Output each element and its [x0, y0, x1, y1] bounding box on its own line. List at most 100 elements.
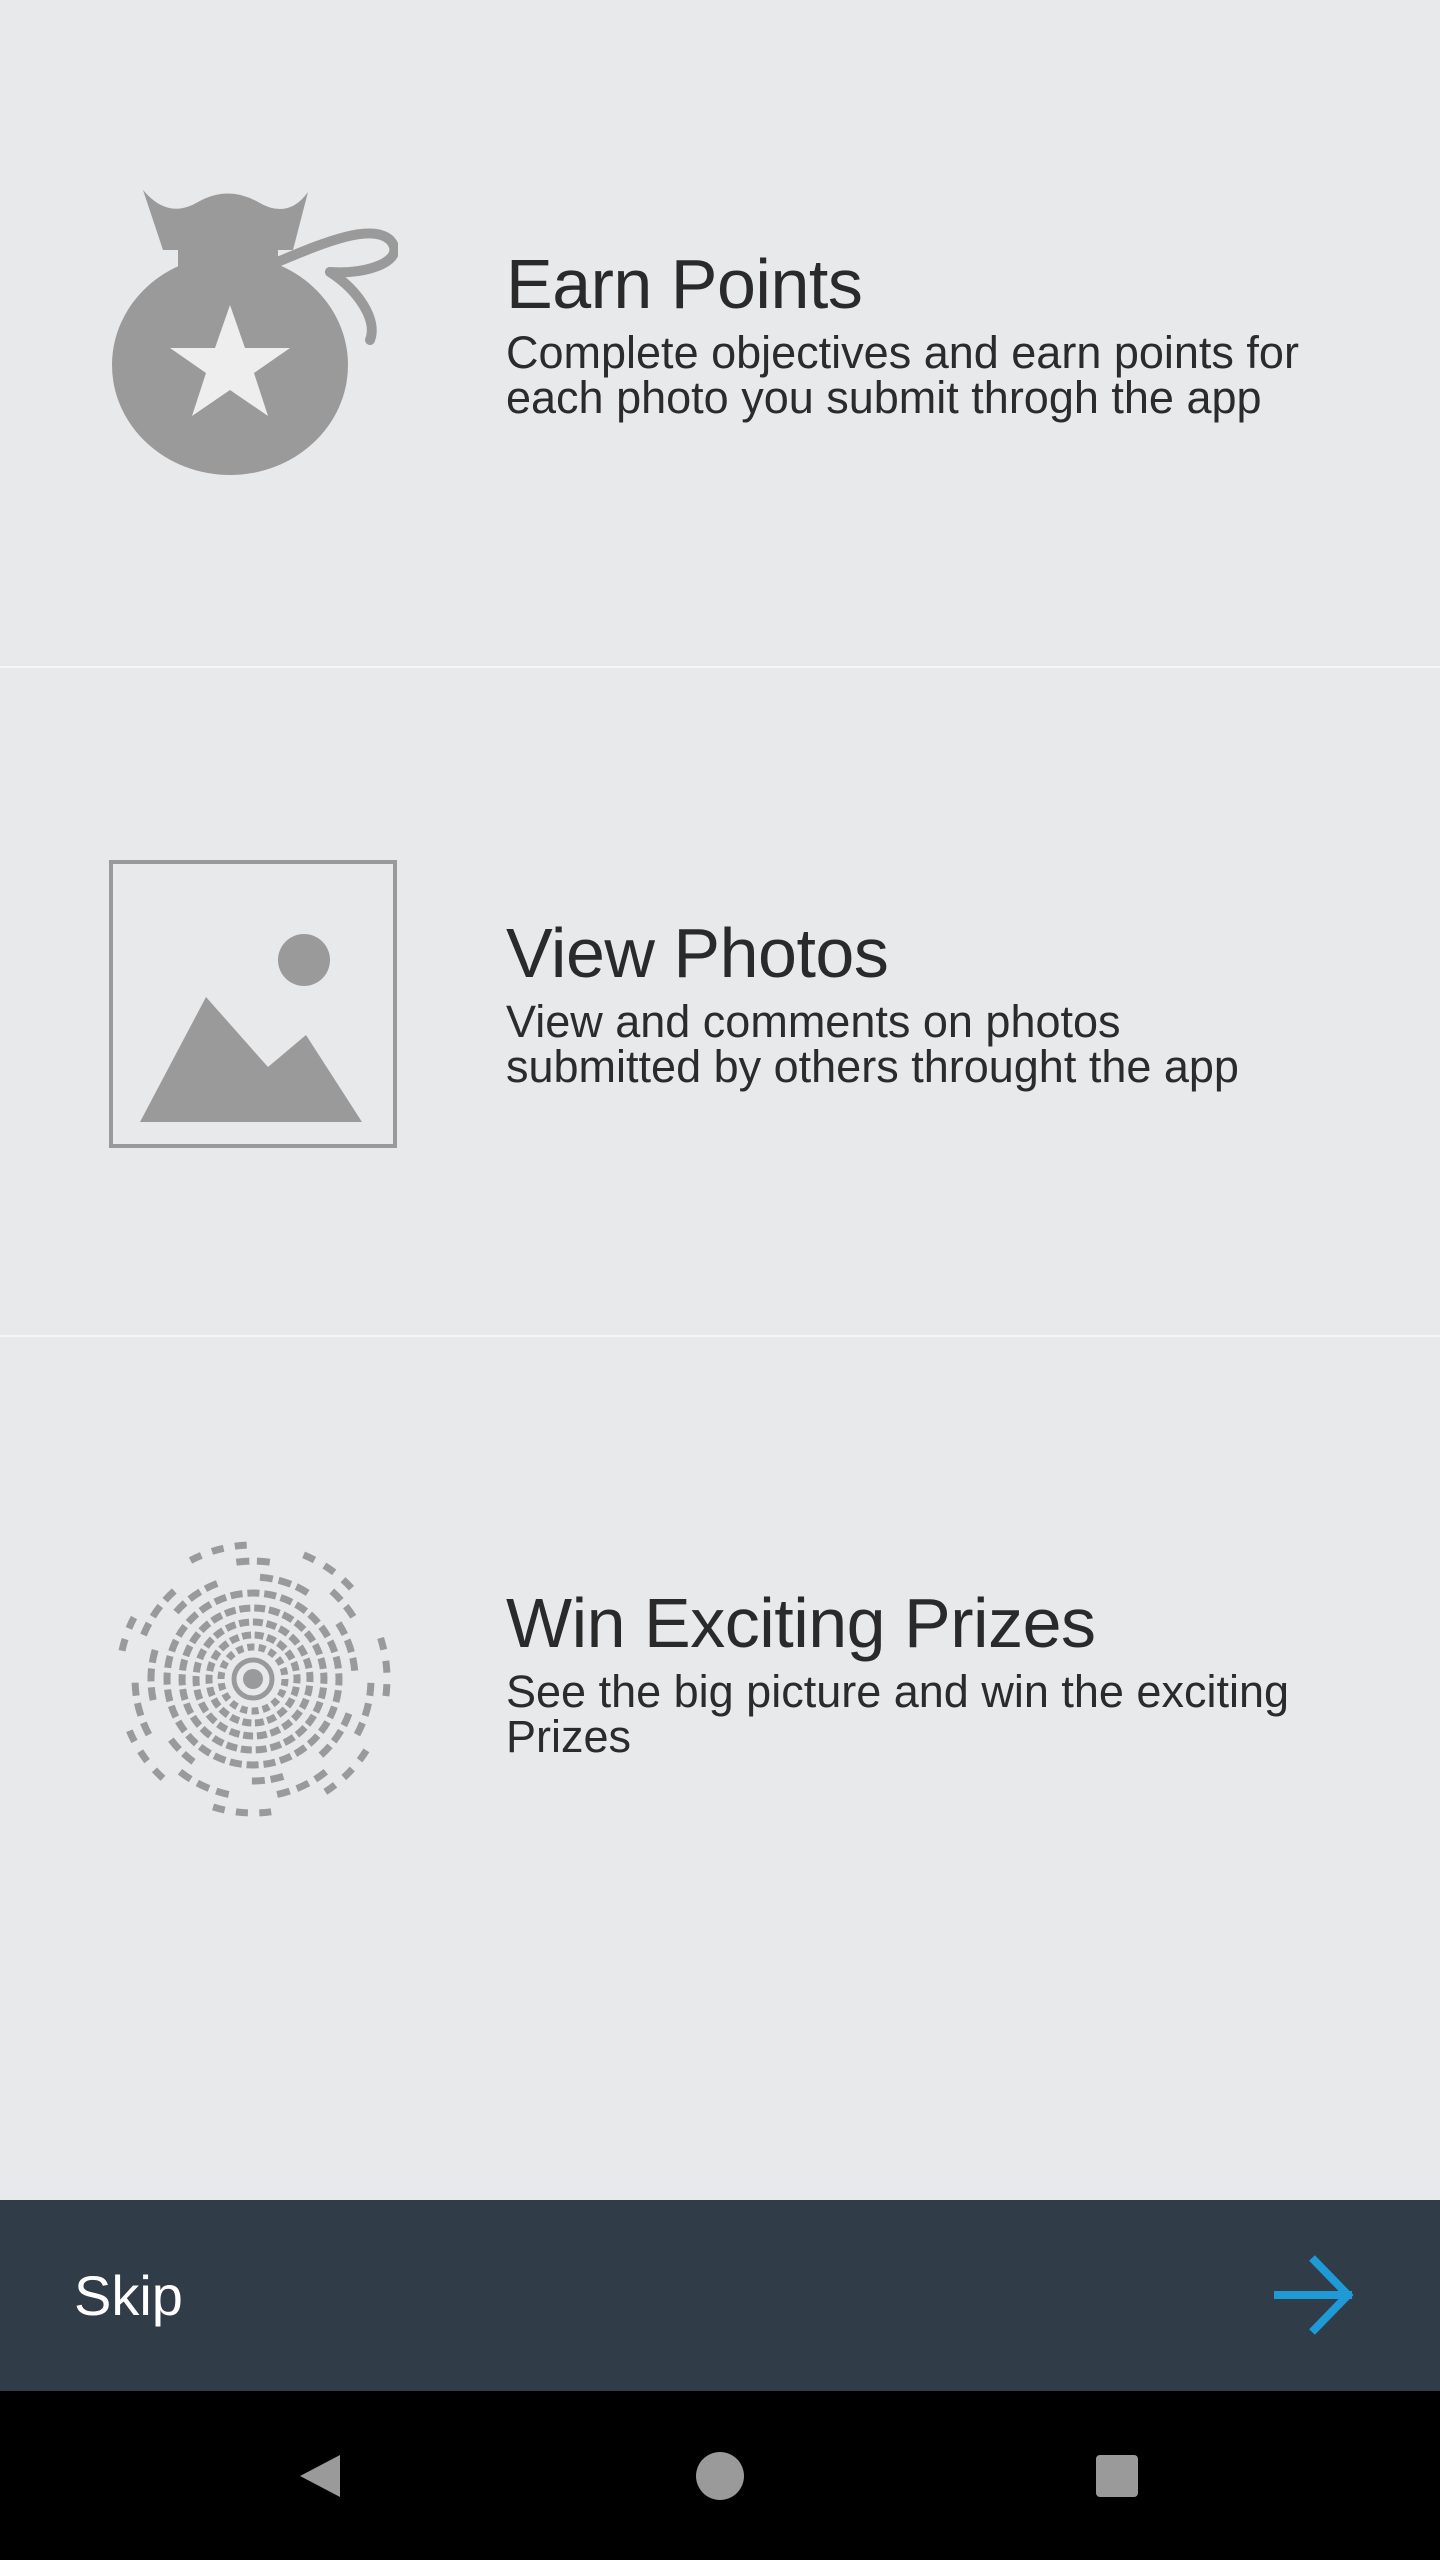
feature-description: Complete objectives and earn points for …: [506, 330, 1406, 420]
burst-segment: [335, 1621, 348, 1637]
burst-segment: [177, 1768, 193, 1783]
burst-segment: [228, 1727, 241, 1738]
burst-segment: [366, 1682, 375, 1697]
burst-segment: [206, 1686, 216, 1698]
burst-segment: [196, 1648, 208, 1661]
burst-segment: [175, 1623, 188, 1638]
burst-segment: [218, 1640, 230, 1652]
burst-segment: [238, 1604, 251, 1613]
burst-segment: [313, 1769, 328, 1783]
burst-segment: [259, 1573, 274, 1583]
burst-segment: [281, 1718, 294, 1731]
burst-segment: [318, 1743, 333, 1758]
burst-segment: [284, 1697, 296, 1709]
burst-segment: [131, 1682, 140, 1697]
burst-segment: [377, 1636, 388, 1651]
burst-segment: [340, 1577, 355, 1591]
burst-segment: [382, 1660, 391, 1673]
burst-segment: [326, 1639, 339, 1654]
burst-segment: [298, 1697, 310, 1710]
back-button[interactable]: [285, 2441, 355, 2511]
burst-segment: [221, 1692, 232, 1702]
burst-segment: [147, 1668, 155, 1682]
burst-segment: [229, 1758, 243, 1768]
burst-segment: [217, 1682, 227, 1692]
burst-segment: [312, 1642, 323, 1656]
burst-segment: [307, 1611, 321, 1626]
burst-segment: [215, 1787, 230, 1798]
burst-segment: [277, 1625, 290, 1637]
burst-segment: [251, 1776, 266, 1785]
burst-segment: [151, 1767, 166, 1781]
burst-segment: [280, 1678, 289, 1687]
burst-segment: [302, 1551, 317, 1564]
burst-segment: [343, 1638, 355, 1654]
radial-burst-icon: [108, 1529, 398, 1829]
burst-segment: [168, 1638, 180, 1653]
burst-segment: [203, 1636, 215, 1649]
burst-segment: [205, 1712, 218, 1725]
burst-segment: [276, 1787, 291, 1798]
burst-segment: [296, 1644, 308, 1657]
burst-segment: [290, 1686, 300, 1697]
burst-segment: [254, 1631, 265, 1640]
burst-segment: [304, 1685, 314, 1697]
burst-segment: [189, 1631, 202, 1645]
burst-segment: [278, 1752, 293, 1765]
burst-segment: [212, 1803, 226, 1814]
burst-segment: [266, 1713, 278, 1724]
burst-segment: [349, 1657, 359, 1672]
burst-segment: [295, 1779, 311, 1792]
image-placeholder-icon: [108, 859, 398, 1149]
description-line: each photo you submit throgh the app: [506, 372, 1262, 423]
skip-button[interactable]: Skip: [74, 2260, 183, 2332]
burst-segment: [229, 1713, 241, 1725]
burst-segment: [219, 1659, 229, 1670]
burst-segment: [134, 1702, 145, 1717]
feature-text: Earn Points Complete objectives and earn…: [506, 244, 1406, 420]
burst-segment: [213, 1593, 228, 1606]
burst-segment: [281, 1611, 295, 1623]
burst-segment: [293, 1619, 307, 1632]
burst-segment: [216, 1721, 229, 1733]
burst-segment: [246, 1643, 255, 1651]
burst-segment: [274, 1656, 285, 1666]
burst-segment: [217, 1671, 226, 1680]
burst-segment: [330, 1728, 345, 1744]
burst-segment: [195, 1779, 211, 1792]
home-button[interactable]: [685, 2441, 755, 2511]
burst-segment: [164, 1655, 174, 1669]
burst-segment: [198, 1701, 210, 1714]
burst-segment: [332, 1689, 342, 1703]
recents-button[interactable]: [1082, 2441, 1152, 2511]
burst-segment: [241, 1631, 252, 1640]
burst-segment: [353, 1721, 366, 1737]
burst-segment: [329, 1588, 344, 1603]
burst-segment: [332, 1655, 342, 1669]
money-bag-star-icon: [108, 180, 398, 480]
next-button[interactable]: [1270, 2250, 1360, 2340]
burst-segment: [291, 1709, 303, 1722]
burst-segment: [197, 1744, 212, 1757]
burst-segment: [223, 1606, 237, 1617]
burst-segment: [140, 1621, 153, 1637]
burst-segment: [228, 1634, 240, 1645]
feature-text: Win Exciting Prizes See the big picture …: [506, 1583, 1406, 1759]
burst-segment: [218, 1706, 230, 1718]
burst-segment: [210, 1612, 224, 1624]
burst-segment: [192, 1661, 202, 1673]
burst-segment: [343, 1604, 357, 1619]
burst-segment: [276, 1640, 288, 1652]
description-line: Prizes: [506, 1711, 632, 1762]
burst-segment: [259, 1808, 272, 1817]
burst-segment: [242, 1731, 254, 1740]
burst-segment: [323, 1782, 338, 1795]
feature-title: View Photos: [506, 914, 889, 992]
burst-segment: [206, 1661, 216, 1672]
feature-text: View Photos View and comments on photos …: [506, 913, 1406, 1089]
burst-segment: [265, 1620, 278, 1631]
burst-segment: [185, 1732, 199, 1747]
burst-segment: [265, 1633, 277, 1645]
system-nav-bar: [0, 2391, 1440, 2560]
burst-segment: [240, 1745, 252, 1754]
